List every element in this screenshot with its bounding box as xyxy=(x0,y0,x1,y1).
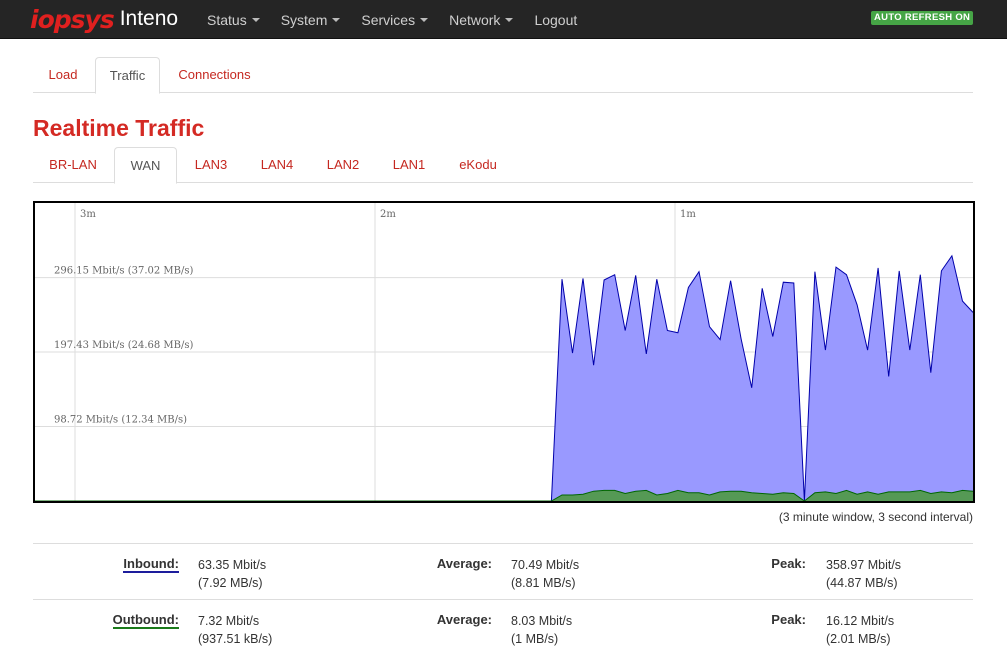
page-title: Realtime Traffic xyxy=(33,115,205,141)
tab-ekodu[interactable]: eKodu xyxy=(443,147,513,183)
tab-traffic[interactable]: Traffic xyxy=(95,57,160,94)
outbound-peak-bits: 16.12 Mbit/s xyxy=(826,614,895,628)
brand-product-name: Inteno xyxy=(119,7,179,30)
inbound-current-bytes: (7.92 MB/s) xyxy=(198,576,263,590)
inbound-peak-bits: 358.97 Mbit/s xyxy=(826,558,902,572)
inbound-average-bytes: (8.81 MB/s) xyxy=(511,576,576,590)
outbound-current-bits: 7.32 Mbit/s xyxy=(198,614,260,628)
top-navbar: iopsys Inteno Status System Services Net… xyxy=(0,0,1007,39)
tab-load[interactable]: Load xyxy=(33,57,93,93)
scale-label: 197.43 Mbit/s (24.68 MB/s) xyxy=(54,340,194,351)
menu-services-label: Services xyxy=(361,11,416,28)
inbound-current: 63.35 Mbit/s (7.92 MB/s) xyxy=(198,556,266,592)
outbound-average: 8.03 Mbit/s (1 MB/s) xyxy=(511,612,572,648)
brand-logo: iopsys xyxy=(30,4,115,34)
tab-connections[interactable]: Connections xyxy=(163,57,266,93)
inbound-average: 70.49 Mbit/s (8.81 MB/s) xyxy=(511,556,579,592)
time-label: 2m xyxy=(380,209,396,220)
tab-lan3[interactable]: LAN3 xyxy=(179,147,243,183)
menu-network[interactable]: Network xyxy=(449,0,514,39)
menu-network-label: Network xyxy=(449,11,501,28)
tab-lan2[interactable]: LAN2 xyxy=(311,147,375,183)
outbound-average-bits: 8.03 Mbit/s xyxy=(511,614,573,628)
auto-refresh-badge[interactable]: AUTO REFRESH ON xyxy=(871,11,974,25)
inbound-label-text: Inbound: xyxy=(123,556,179,573)
menu-services[interactable]: Services xyxy=(361,0,429,39)
chevron-down-icon xyxy=(332,17,341,22)
scale-label: 98.72 Mbit/s (12.34 MB/s) xyxy=(54,415,187,426)
interface-tabs: BR-LAN WAN LAN3 LAN4 LAN2 LAN1 eKodu xyxy=(33,147,973,184)
time-label: 3m xyxy=(80,209,96,220)
main-menu: Status System Services Network Logout xyxy=(207,0,598,39)
traffic-stats: Inbound: 63.35 Mbit/s (7.92 MB/s) Average… xyxy=(33,543,973,655)
main-tabs: Load Traffic Connections xyxy=(33,57,973,94)
chevron-down-icon xyxy=(251,17,260,22)
chevron-down-icon xyxy=(420,17,429,22)
outbound-average-label: Average: xyxy=(436,612,492,627)
menu-system-label: System xyxy=(280,11,328,28)
inbound-average-label: Average: xyxy=(436,556,492,571)
inbound-current-bits: 63.35 Mbit/s xyxy=(198,558,267,572)
outbound-stats-row: Outbound: 7.32 Mbit/s (937.51 kB/s) Avera… xyxy=(33,600,973,655)
menu-status-label: Status xyxy=(207,11,247,28)
outbound-average-bytes: (1 MB/s) xyxy=(511,632,559,646)
outbound-label-text: Outbound: xyxy=(112,612,179,629)
tab-br-lan[interactable]: BR-LAN xyxy=(33,147,113,183)
outbound-current: 7.32 Mbit/s (937.51 kB/s) xyxy=(198,612,272,648)
brand[interactable]: iopsys Inteno xyxy=(30,3,178,35)
inbound-label: Inbound: xyxy=(123,556,179,573)
outbound-peak: 16.12 Mbit/s (2.01 MB/s) xyxy=(826,612,894,648)
inbound-average-bits: 70.49 Mbit/s xyxy=(511,558,580,572)
tab-lan4[interactable]: LAN4 xyxy=(245,147,309,183)
chevron-down-icon xyxy=(505,17,514,22)
outbound-current-bytes: (937.51 kB/s) xyxy=(198,632,273,646)
menu-status[interactable]: Status xyxy=(207,0,260,39)
inbound-peak-label: Peak: xyxy=(771,556,806,571)
graph-window-note: (3 minute window, 3 second interval) xyxy=(778,510,973,524)
menu-logout[interactable]: Logout xyxy=(534,0,577,39)
tab-wan[interactable]: WAN xyxy=(114,147,177,184)
menu-system[interactable]: System xyxy=(281,0,341,39)
outbound-peak-bytes: (2.01 MB/s) xyxy=(826,632,891,646)
inbound-stats-row: Inbound: 63.35 Mbit/s (7.92 MB/s) Average… xyxy=(33,544,973,600)
traffic-graph-canvas: 3m 2m 1m 296.15 Mbit/s (37.02 MB/s) 197.43 M… xyxy=(35,203,973,501)
time-label: 1m xyxy=(680,209,696,220)
scale-label: 296.15 Mbit/s (37.02 MB/s) xyxy=(54,266,194,277)
traffic-graph: 3m 2m 1m 296.15 Mbit/s (37.02 MB/s) 197.43 M… xyxy=(33,201,975,503)
outbound-label: Outbound: xyxy=(112,612,179,629)
inbound-peak-bytes: (44.87 MB/s) xyxy=(826,576,898,590)
outbound-peak-label: Peak: xyxy=(771,612,806,627)
inbound-peak: 358.97 Mbit/s (44.87 MB/s) xyxy=(826,556,901,592)
tab-lan1[interactable]: LAN1 xyxy=(377,147,441,183)
